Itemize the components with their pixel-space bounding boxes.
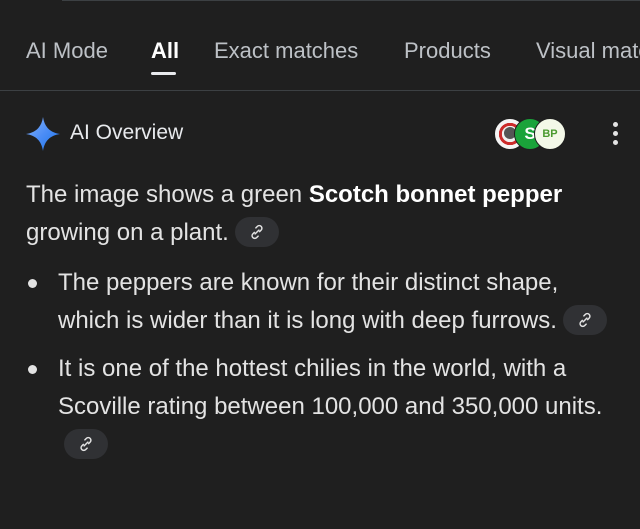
- link-icon: [579, 312, 591, 327]
- intro-text-end: growing on a plant.: [26, 219, 229, 246]
- tab-products[interactable]: Products: [404, 37, 491, 65]
- sparkle-icon: [26, 117, 60, 151]
- more-vert-icon[interactable]: [604, 118, 628, 150]
- answer-intro: The image shows a green Scotch bonnet pe…: [26, 176, 616, 252]
- source-link-button[interactable]: [562, 304, 607, 335]
- ai-overview-answer: The image shows a green Scotch bonnet pe…: [26, 176, 616, 474]
- source-favicons[interactable]: S BP: [494, 118, 570, 150]
- intro-highlight: Scotch bonnet pepper: [308, 181, 563, 208]
- kebab-dot: [613, 140, 618, 145]
- bullet-icon: [28, 279, 37, 288]
- ai-overview-title: AI Overview: [70, 121, 184, 144]
- intro-text-start: The image shows a green: [26, 181, 309, 208]
- list-item: It is one of the hottest chilies in the …: [26, 350, 616, 464]
- tab-exact-matches[interactable]: Exact matches: [214, 37, 358, 65]
- list-item: The peppers are known for their distinct…: [26, 264, 616, 340]
- source-link-button[interactable]: [234, 216, 279, 247]
- link-icon: [80, 436, 92, 451]
- kebab-dot: [613, 131, 618, 136]
- link-icon: [251, 224, 263, 239]
- bullet-icon: [28, 365, 37, 374]
- search-tabs: AI Mode All Exact matches Products Visua…: [0, 0, 640, 91]
- bullet-text: The peppers are known for their distinct…: [58, 269, 559, 334]
- bullet-text: It is one of the hottest chilies in the …: [58, 355, 603, 420]
- source-link-button[interactable]: [64, 428, 108, 459]
- active-tab-indicator: [151, 72, 176, 75]
- kebab-dot: [613, 122, 618, 127]
- answer-bullet-list: The peppers are known for their distinct…: [26, 264, 616, 464]
- tab-visual-matches[interactable]: Visual matches: [536, 37, 640, 65]
- ai-overview-header: AI Overview S BP: [0, 110, 640, 160]
- tab-ai-mode[interactable]: AI Mode: [26, 37, 108, 65]
- source-favicon-3[interactable]: BP: [534, 118, 566, 150]
- tab-all[interactable]: All: [151, 37, 179, 65]
